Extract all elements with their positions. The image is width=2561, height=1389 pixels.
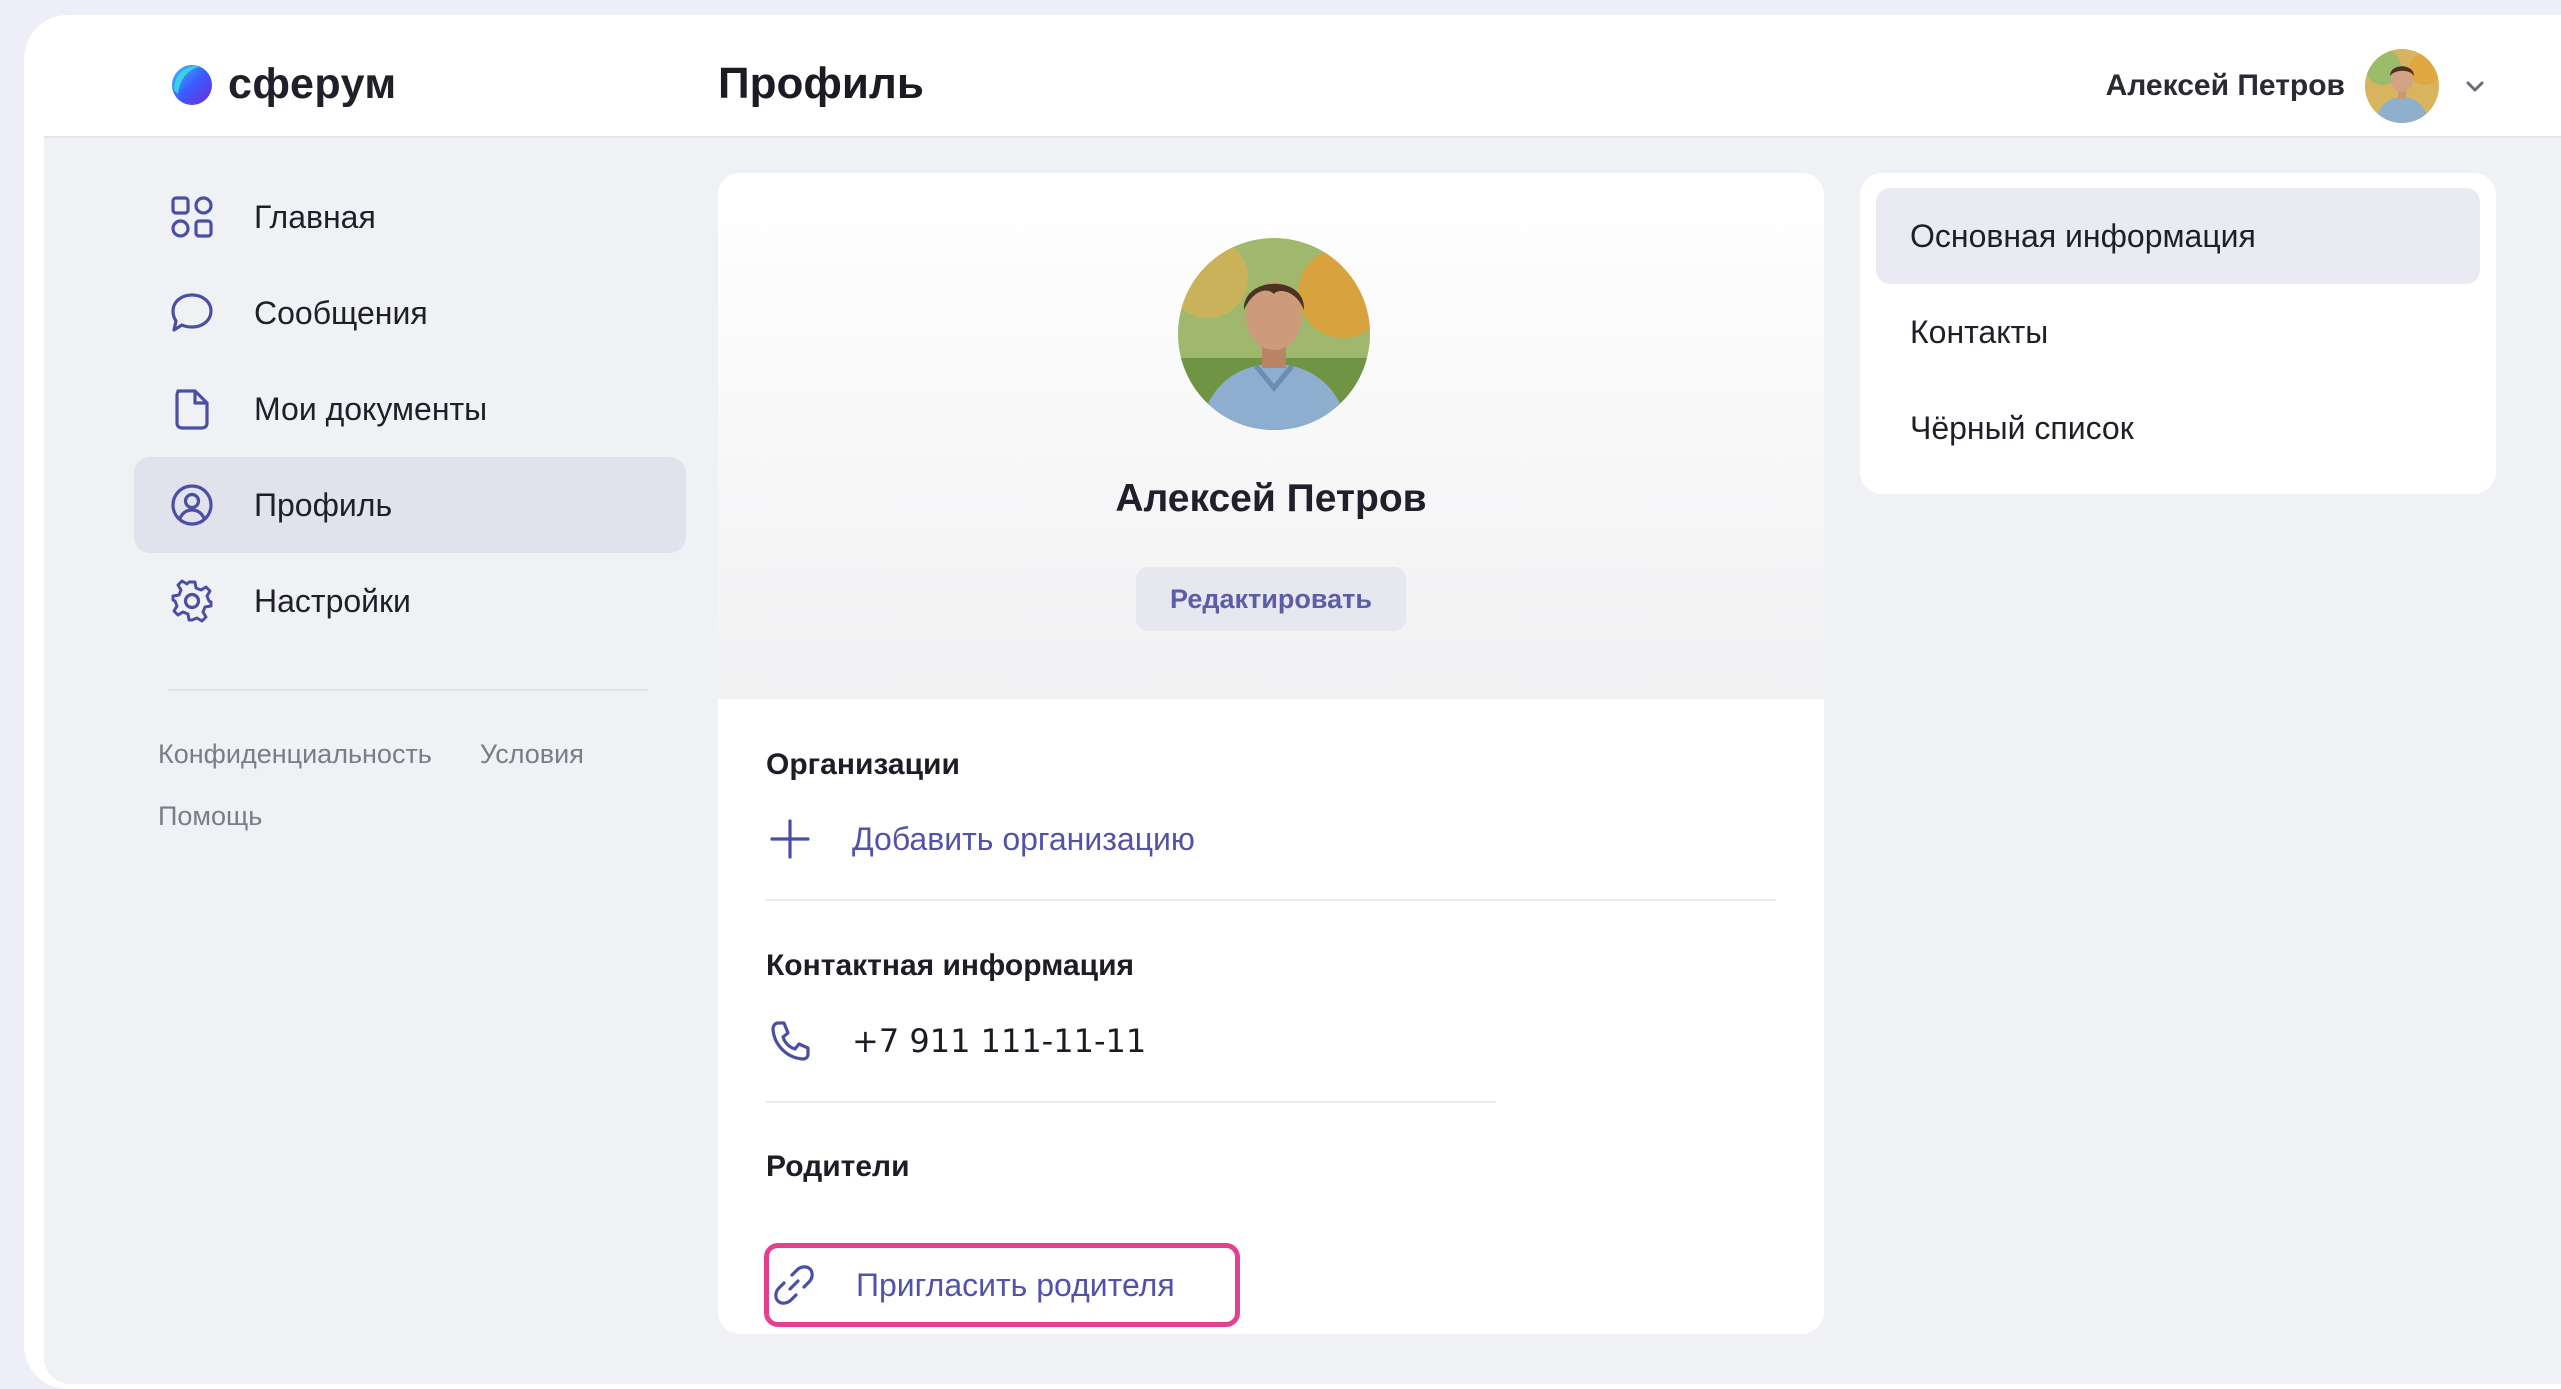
add-organization-label: Добавить организацию <box>852 820 1195 857</box>
sidebar-item-label: Профиль <box>254 486 393 523</box>
sidebar-item-settings[interactable]: Настройки <box>134 553 686 649</box>
document-icon <box>175 389 209 430</box>
edit-profile-button[interactable]: Редактировать <box>1136 567 1406 631</box>
terms-link[interactable]: Условия <box>480 739 584 769</box>
sidebar-item-messages[interactable]: Сообщения <box>134 265 686 361</box>
section-divider <box>766 1101 1496 1103</box>
user-photo-icon <box>2365 49 2439 123</box>
profile-avatar[interactable] <box>1178 238 1370 430</box>
phone-row: +7 911 111-11-11 <box>766 1001 1146 1081</box>
page-title: Профиль <box>718 59 924 108</box>
phone-icon <box>771 1021 810 1061</box>
menu-item-blacklist[interactable]: Чёрный список <box>1876 380 2480 476</box>
organizations-title: Организации <box>766 748 960 781</box>
sidebar-item-profile[interactable]: Профиль <box>134 457 686 553</box>
plus-icon <box>770 819 810 859</box>
chevron-down-icon[interactable] <box>2461 72 2489 100</box>
sidebar: Главная Сообщения Мои документы Профиль <box>134 169 686 847</box>
top-header: сферум Профиль Алексей Петров <box>44 34 2561 138</box>
profile-name: Алексей Петров <box>1115 477 1427 520</box>
highlight-frame <box>764 1243 1240 1327</box>
sidebar-footer: Конфиденциальность Условия Помощь <box>158 723 686 847</box>
contacts-title: Контактная информация <box>766 949 1135 982</box>
help-link[interactable]: Помощь <box>158 801 262 831</box>
gear-icon <box>171 579 213 623</box>
menu-item-contacts[interactable]: Контакты <box>1876 284 2480 380</box>
privacy-link[interactable]: Конфиденциальность <box>158 739 432 769</box>
chat-bubble-icon <box>171 293 213 332</box>
sidebar-item-documents[interactable]: Мои документы <box>134 361 686 457</box>
sidebar-item-label: Настройки <box>254 582 411 619</box>
avatar[interactable] <box>2365 49 2439 123</box>
phone-number: +7 911 111-11-11 <box>852 1022 1147 1060</box>
add-organization-button[interactable]: Добавить организацию <box>766 799 1195 879</box>
sidebar-item-label: Мои документы <box>254 390 488 427</box>
user-menu[interactable]: Алексей Петров <box>2106 48 2489 124</box>
sidebar-item-label: Главная <box>254 198 376 235</box>
parents-title: Родители <box>766 1150 910 1183</box>
app-window: сферум Профиль Алексей Петров Главная Со… <box>44 34 2561 1384</box>
profile-photo-icon <box>1178 238 1370 430</box>
header-user-name: Алексей Петров <box>2105 69 2345 102</box>
profile-card: Алексей Петров Редактировать Организации… <box>718 173 1824 1334</box>
menu-item-main-info[interactable]: Основная информация <box>1876 188 2480 284</box>
logo[interactable]: сферум <box>166 56 397 112</box>
grid-icon <box>171 196 213 238</box>
sidebar-item-label: Сообщения <box>254 294 428 331</box>
user-circle-icon <box>171 484 213 526</box>
sferum-logo-icon <box>172 65 212 105</box>
sidebar-item-home[interactable]: Главная <box>134 169 686 265</box>
logo-text: сферум <box>228 59 397 108</box>
sidebar-divider <box>168 689 648 691</box>
section-divider <box>766 899 1776 901</box>
profile-sections-menu: Основная информация Контакты Чёрный спис… <box>1860 173 2496 494</box>
